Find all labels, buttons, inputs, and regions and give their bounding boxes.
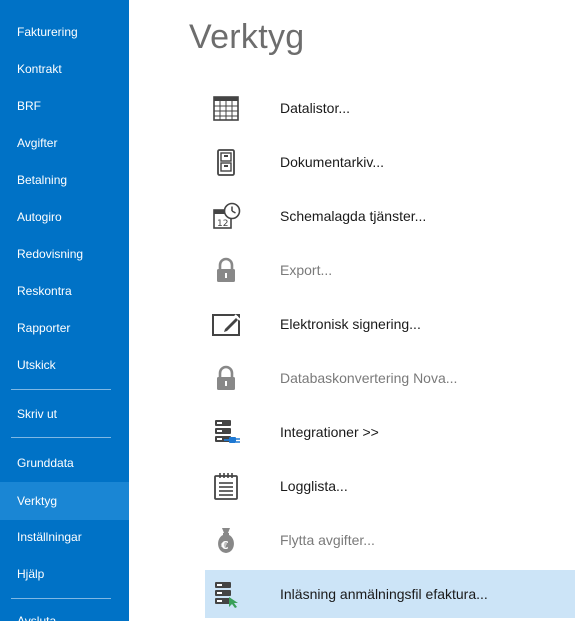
nav-item-reskontra[interactable]: Reskontra xyxy=(0,273,129,310)
tool-logglista[interactable]: Logglista... xyxy=(205,462,575,510)
nav-item-kontrakt[interactable]: Kontrakt xyxy=(0,51,129,88)
tool-export[interactable]: Export... xyxy=(205,246,575,294)
tool-dokumentarkiv[interactable]: Dokumentarkiv... xyxy=(205,138,575,186)
tool-label: Inläsning anmälningsfil efaktura... xyxy=(280,586,488,602)
tool-inlasning-anmalningsfil-efaktura[interactable]: Inläsning anmälningsfil efaktura... xyxy=(205,570,575,618)
nav-item-hjalp[interactable]: Hjälp xyxy=(0,556,129,593)
notepad-icon xyxy=(211,471,241,501)
page-title: Verktyg xyxy=(189,18,305,56)
server-arrow-icon xyxy=(211,579,241,609)
tool-label: Export... xyxy=(280,262,333,278)
nav-item-verktyg[interactable]: Verktyg xyxy=(0,482,129,520)
calendar-grid-icon xyxy=(211,93,241,123)
nav-item-brf[interactable]: BRF xyxy=(0,88,129,125)
lock-icon xyxy=(211,363,241,393)
nav-divider xyxy=(11,437,111,438)
nav-item-utskick[interactable]: Utskick xyxy=(0,347,129,384)
tool-elektronisk-signering[interactable]: Elektronisk signering... xyxy=(205,300,575,348)
nav-item-avgifter[interactable]: Avgifter xyxy=(0,125,129,162)
tool-flytta-avgifter[interactable]: € Flytta avgifter... xyxy=(205,516,575,564)
tool-label: Flytta avgifter... xyxy=(280,532,375,548)
tool-label: Elektronisk signering... xyxy=(280,316,421,332)
nav-item-grunddata[interactable]: Grunddata xyxy=(0,445,129,482)
calendar-clock-icon: 12 xyxy=(211,201,241,231)
tool-integrationer[interactable]: Integrationer >> xyxy=(205,408,575,456)
tool-label: Datalistor... xyxy=(280,100,351,116)
nav-item-installningar[interactable]: Inställningar xyxy=(0,519,129,556)
tool-datalistor[interactable]: Datalistor... xyxy=(205,84,575,132)
pen-signature-icon xyxy=(211,309,241,339)
tool-schemalagda-tjanster[interactable]: 12 Schemalagda tjänster... xyxy=(205,192,575,240)
svg-text:€: € xyxy=(220,539,229,552)
file-cabinet-icon xyxy=(211,147,241,177)
nav-divider xyxy=(11,389,111,390)
tool-label: Dokumentarkiv... xyxy=(280,154,384,170)
tool-label: Databaskonvertering Nova... xyxy=(280,370,458,386)
server-plug-icon xyxy=(211,417,241,447)
money-bag-euro-icon: € xyxy=(211,525,241,555)
sidebar: Fakturering Kontrakt BRF Avgifter Betaln… xyxy=(0,0,129,621)
nav-item-avsluta[interactable]: Avsluta xyxy=(0,603,129,621)
nav-item-skriv-ut[interactable]: Skriv ut xyxy=(0,396,129,433)
nav-item-betalning[interactable]: Betalning xyxy=(0,162,129,199)
lock-icon xyxy=(211,255,241,285)
nav-item-redovisning[interactable]: Redovisning xyxy=(0,236,129,273)
nav-item-autogiro[interactable]: Autogiro xyxy=(0,199,129,236)
svg-text:12: 12 xyxy=(217,219,228,229)
nav-divider xyxy=(11,598,111,599)
tool-label: Logglista... xyxy=(280,478,348,494)
nav-item-rapporter[interactable]: Rapporter xyxy=(0,310,129,347)
tool-label: Schemalagda tjänster... xyxy=(280,208,427,224)
tool-label: Integrationer >> xyxy=(280,424,379,440)
nav-item-fakturering[interactable]: Fakturering xyxy=(0,14,129,51)
tool-databaskonvertering-nova[interactable]: Databaskonvertering Nova... xyxy=(205,354,575,402)
